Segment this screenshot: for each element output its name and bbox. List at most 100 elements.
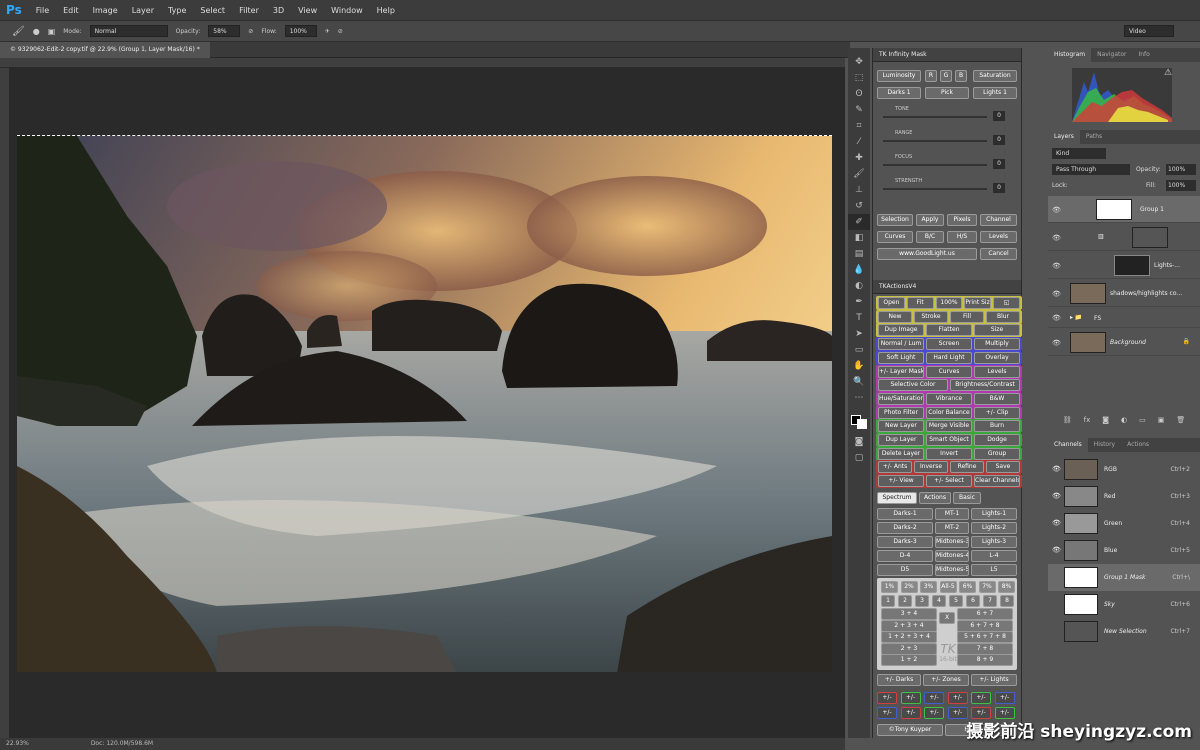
zone-combo-button[interactable]: 7 + 8 xyxy=(957,642,1013,655)
plus-minus-button[interactable]: +/- xyxy=(971,692,991,704)
tk-action-button[interactable]: Dodge xyxy=(974,434,1020,446)
more-tools-icon[interactable]: ⋯ xyxy=(848,390,870,406)
tk-action-button[interactable]: Screen xyxy=(926,338,972,351)
strength-value[interactable]: 0 xyxy=(993,183,1005,193)
eye-icon[interactable]: 👁 xyxy=(1052,234,1061,242)
zone-combo-button[interactable]: 1 + 2 xyxy=(881,654,937,666)
plus-minus-button[interactable]: +/- xyxy=(877,692,897,704)
tk-action-button[interactable]: Stroke xyxy=(914,310,948,323)
tab-paths[interactable]: Paths xyxy=(1080,130,1108,144)
plus-minus-button[interactable]: +/- xyxy=(924,692,944,704)
channel-row[interactable]: 👁 Blue Ctrl+5 xyxy=(1048,537,1200,564)
tk-action-button[interactable]: Invert xyxy=(926,447,972,460)
blend-mode-select[interactable]: Pass Through xyxy=(1052,164,1130,175)
strength-slider[interactable]: STRENGTH 0 xyxy=(879,176,1009,198)
layer-opacity-field[interactable]: 100% xyxy=(1166,164,1196,175)
tk-action-button[interactable]: Clear Channels xyxy=(974,475,1020,488)
darks-toggle-button[interactable]: +/- Darks xyxy=(877,674,921,686)
tk-b-button[interactable]: B xyxy=(955,70,967,82)
percent-button[interactable]: 1% xyxy=(881,581,898,593)
adjustment-layer-icon[interactable]: ◐ xyxy=(1121,416,1127,430)
layer-row-lights[interactable]: 👁 Lights-... xyxy=(1048,252,1200,279)
tk-action-button[interactable]: +/- Clip xyxy=(974,406,1020,419)
menu-edit[interactable]: Edit xyxy=(63,6,79,15)
percent-button[interactable]: 2% xyxy=(900,581,918,593)
menu-select[interactable]: Select xyxy=(200,6,225,15)
new-layer-icon[interactable]: ▣ xyxy=(1158,416,1165,430)
zone-number-button[interactable]: 5 xyxy=(949,595,963,607)
eye-icon[interactable]: 👁 xyxy=(1052,465,1061,473)
focus-value[interactable]: 0 xyxy=(993,159,1005,169)
layer-row-levels[interactable]: 👁 ▥ xyxy=(1048,224,1200,251)
menu-help[interactable]: Help xyxy=(377,6,395,15)
plus-minus-button[interactable]: +/- xyxy=(877,707,897,719)
zone-number-button[interactable]: 4 xyxy=(932,595,946,607)
zone-combo-button[interactable]: 6 + 7 + 8 xyxy=(957,619,1013,632)
tk-action-button[interactable]: Burn xyxy=(974,420,1020,433)
eye-icon[interactable]: 👁 xyxy=(1052,492,1061,500)
tab-actions-panel[interactable]: Actions xyxy=(1121,438,1155,452)
spectrum-lights-button[interactable]: L5 xyxy=(971,564,1017,576)
screen-mode-icon[interactable]: ▢ xyxy=(848,450,870,466)
tk-apply-button[interactable]: Apply xyxy=(916,214,944,226)
percent-button[interactable]: 7% xyxy=(978,581,996,593)
menu-type[interactable]: Type xyxy=(168,6,186,15)
healing-tool-icon[interactable]: ✚ xyxy=(848,150,870,166)
crop-tool-icon[interactable]: ⌗ xyxy=(848,118,870,134)
range-value[interactable]: 0 xyxy=(993,135,1005,145)
tk-action-button[interactable]: Levels xyxy=(974,365,1020,378)
brush-active-icon[interactable]: ✐ xyxy=(848,214,870,230)
tab-history[interactable]: History xyxy=(1088,438,1121,452)
pressure-size-icon[interactable]: ⊘ xyxy=(338,28,343,35)
layer-row-fs[interactable]: 👁 ▸ 📁 FS xyxy=(1048,308,1200,328)
menu-image[interactable]: Image xyxy=(93,6,118,15)
spectrum-darks-button[interactable]: D-4 xyxy=(877,550,933,562)
zone-x-button[interactable]: X xyxy=(939,612,955,624)
tab-spectrum[interactable]: Spectrum xyxy=(877,492,917,504)
plus-minus-button[interactable]: +/- xyxy=(947,692,968,704)
gradient-tool-icon[interactable]: ▤ xyxy=(848,246,870,262)
spectrum-midtones-button[interactable]: Midtones-3 xyxy=(935,536,969,548)
spectrum-lights-button[interactable]: Lights-1 xyxy=(971,508,1017,520)
spectrum-darks-button[interactable]: Darks-2 xyxy=(877,522,933,534)
channel-row[interactable]: 👁 Green Ctrl+4 xyxy=(1048,510,1200,537)
eye-icon[interactable]: 👁 xyxy=(1052,546,1061,554)
tk-action-button[interactable]: Group xyxy=(974,447,1020,460)
tk-action-button[interactable]: New Layer xyxy=(878,420,924,433)
tab-actions[interactable]: Actions xyxy=(919,492,951,504)
tk-action-button[interactable]: Hard Light xyxy=(926,351,972,364)
eyedropper-tool-icon[interactable]: ⁄ xyxy=(848,134,870,150)
tk-website-button[interactable]: www.GoodLight.us xyxy=(877,248,977,260)
tab-histogram[interactable]: Histogram xyxy=(1048,48,1092,62)
tk-levels-button[interactable]: Levels xyxy=(980,231,1017,243)
tk-action-button[interactable]: Smart Object xyxy=(926,434,972,446)
quick-mask-icon[interactable]: ◙ xyxy=(848,434,870,450)
eye-icon[interactable]: 👁 xyxy=(1052,314,1061,322)
tk-action-button[interactable]: Hue/Saturation xyxy=(878,392,924,405)
blur-tool-icon[interactable]: 💧 xyxy=(848,262,870,278)
hand-tool-icon[interactable]: ✋ xyxy=(848,358,870,374)
type-tool-icon[interactable]: T xyxy=(848,310,870,326)
new-group-icon[interactable]: ▭ xyxy=(1139,416,1146,430)
tk-action-button[interactable]: Selective Color xyxy=(878,379,948,392)
tk-action-button[interactable]: New xyxy=(878,310,912,323)
percent-button[interactable]: All-5 xyxy=(939,581,957,593)
tk-channel-button[interactable]: Channel xyxy=(980,214,1017,226)
menu-file[interactable]: File xyxy=(36,6,49,15)
history-brush-tool-icon[interactable]: ↺ xyxy=(848,198,870,214)
channel-row[interactable]: New Selection Ctrl+7 xyxy=(1048,618,1200,645)
zone-number-button[interactable]: 2 xyxy=(898,595,912,607)
layer-row-background[interactable]: 👁 Background 🔒 xyxy=(1048,329,1200,356)
spectrum-midtones-button[interactable]: MT-2 xyxy=(935,522,969,534)
brush-preset-icon[interactable]: ● xyxy=(33,27,40,36)
link-icon[interactable]: ⛓ xyxy=(1063,416,1072,430)
tk-action-button[interactable]: Merge Visible xyxy=(926,420,972,433)
fx-icon[interactable]: fx xyxy=(1084,416,1091,430)
airbrush-icon[interactable]: ✈ xyxy=(325,28,330,35)
plus-minus-button[interactable]: +/- xyxy=(924,707,944,719)
percent-button[interactable]: 6% xyxy=(959,581,976,593)
trash-icon[interactable]: 🗑 xyxy=(1176,416,1185,430)
focus-slider[interactable]: FOCUS 0 xyxy=(879,152,1009,174)
brush-tool-icon[interactable]: 🖌 xyxy=(12,26,25,37)
pressure-opacity-icon[interactable]: ⊘ xyxy=(248,28,253,35)
